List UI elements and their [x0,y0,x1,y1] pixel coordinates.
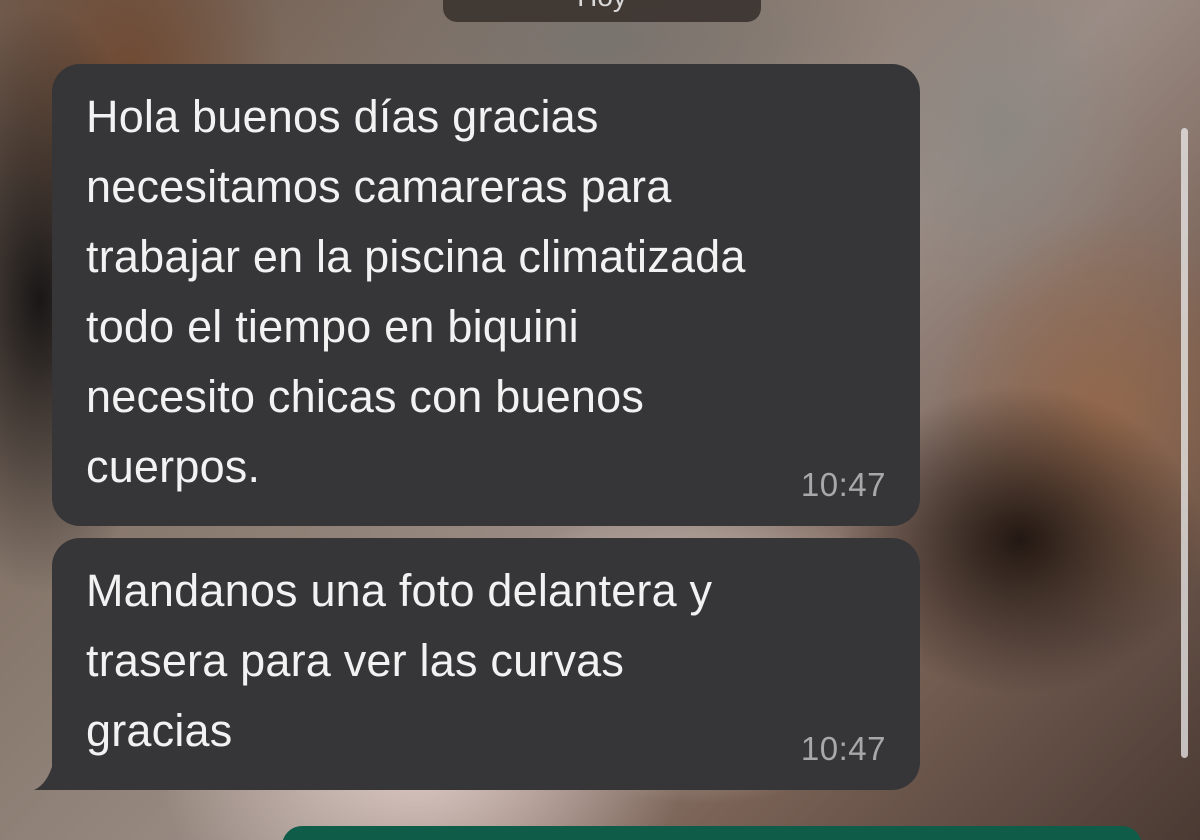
chat-screen: Hoy Hola buenos días gracias necesitamos… [0,0,1200,840]
message-text: Hola buenos días gracias necesitamos cam… [86,91,746,492]
incoming-message[interactable]: Mandanos una foto delantera y trasera pa… [52,538,920,790]
incoming-message[interactable]: Hola buenos días gracias necesitamos cam… [52,64,920,526]
bubble-tail-icon [34,760,70,790]
message-timestamp: 10:47 [800,730,886,767]
message-timestamp: 10:47 [800,466,886,503]
message-text: Mandanos una foto delantera y trasera pa… [86,565,713,756]
date-separator: Hoy [443,0,761,22]
message-composer[interactable] [282,826,1142,840]
scrollbar[interactable] [1181,128,1188,758]
